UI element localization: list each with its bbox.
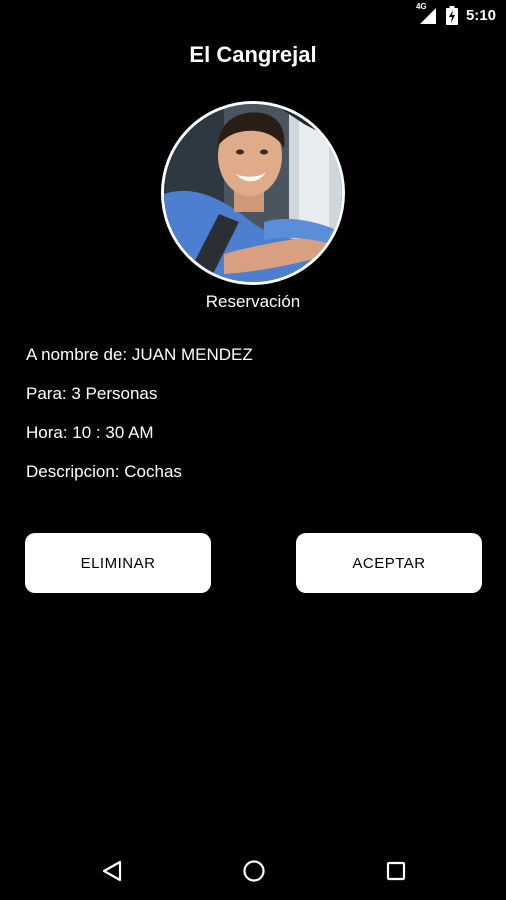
reservation-party-size: Para: 3 Personas [26, 384, 158, 403]
reservation-details: A nombre de: JUAN MENDEZ Para: 3 Persona… [26, 343, 253, 499]
signal-icon: 4G [416, 2, 438, 25]
page-title: El Cangrejal [189, 42, 317, 67]
home-icon[interactable] [237, 854, 271, 888]
back-icon[interactable] [95, 854, 129, 888]
avatar-caption: Reservación [205, 292, 301, 311]
reservation-name: A nombre de: JUAN MENDEZ [26, 345, 253, 364]
status-bar: 4G 5:10 [0, 0, 506, 34]
battery-charging-icon [445, 6, 458, 25]
status-time: 5:10 [465, 7, 496, 24]
navigation-bar [0, 840, 506, 900]
reservation-description: Descripcion: Cochas [26, 462, 182, 481]
reservation-time: Hora: 10 : 30 AM [26, 423, 154, 442]
recents-icon[interactable] [379, 854, 413, 888]
accept-button[interactable]: ACEPTAR [296, 533, 482, 593]
avatar [161, 101, 345, 285]
status-icons: 4G 5:10 [416, 2, 496, 25]
delete-button[interactable]: ELIMINAR [25, 533, 211, 593]
